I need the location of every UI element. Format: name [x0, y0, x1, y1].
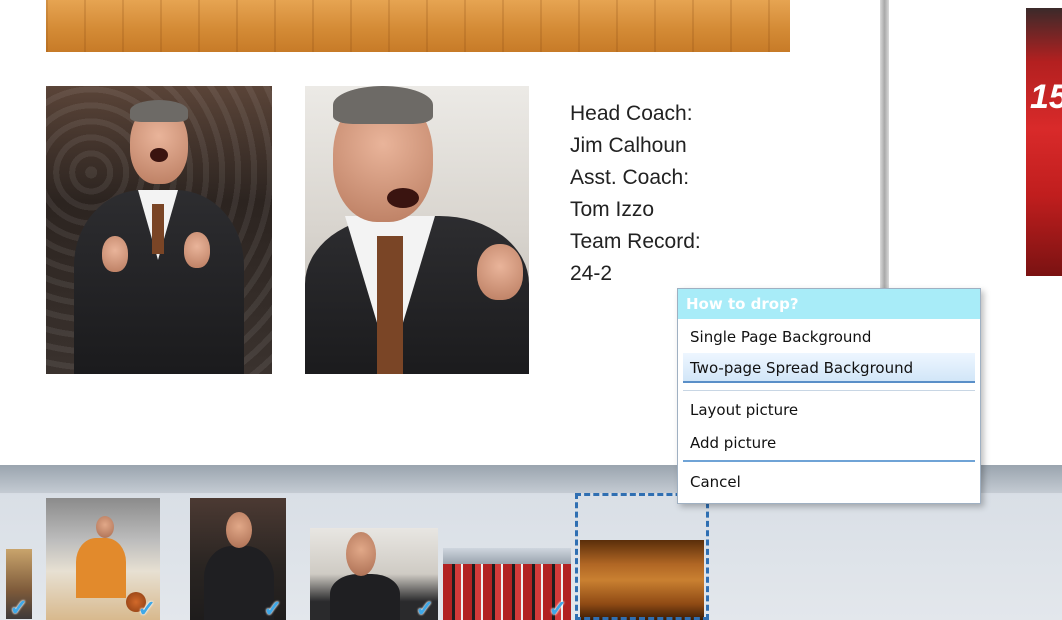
- coach-hair: [333, 86, 433, 124]
- asst-coach-name: Tom Izzo: [570, 198, 655, 221]
- coach-info-text[interactable]: Head Coach: Jim Calhoun Asst. Coach: Tom…: [570, 98, 750, 290]
- head-coach-name: Jim Calhoun: [570, 134, 687, 157]
- player-head: [96, 516, 114, 538]
- how-to-drop-menu[interactable]: How to drop? Single Page Background Two-…: [677, 288, 981, 504]
- coach-right-hand: [184, 232, 210, 268]
- player-jersey: [76, 538, 126, 598]
- check-icon: ✓: [415, 596, 434, 620]
- menu-item-two-page-spread-background[interactable]: Two-page Spread Background: [683, 353, 975, 383]
- coach-photo-calhoun[interactable]: [46, 86, 272, 374]
- check-icon: ✓: [263, 596, 282, 620]
- coach-mouth: [387, 188, 419, 208]
- coach-mouth: [150, 148, 168, 162]
- menu-item-add-picture[interactable]: Add picture: [683, 428, 975, 458]
- team-record-label: Team Record:: [570, 230, 701, 253]
- menu-item-cancel[interactable]: Cancel: [683, 467, 975, 497]
- hardwood-floor-banner[interactable]: [46, 0, 790, 52]
- coach-left-hand: [102, 236, 128, 272]
- player-photo-right[interactable]: 15: [1026, 8, 1062, 276]
- team-record-value: 24-2: [570, 262, 613, 285]
- coach-tie: [152, 204, 164, 254]
- coach-hair: [130, 100, 188, 122]
- jersey-number: 15: [1030, 78, 1062, 116]
- coach-photo-izzo[interactable]: [305, 86, 529, 374]
- coach-head: [346, 532, 376, 576]
- coach-suit: [330, 574, 400, 620]
- player-thumb-partial[interactable]: ✓: [6, 549, 32, 619]
- drop-target-outline[interactable]: [575, 493, 709, 620]
- coach-tie: [377, 236, 403, 374]
- coach-calhoun-thumb[interactable]: ✓: [190, 498, 286, 620]
- player-dribbling-thumb[interactable]: ✓: [46, 498, 160, 620]
- check-icon: ✓: [9, 595, 28, 619]
- team-photo-thumb[interactable]: ✓: [443, 548, 571, 620]
- check-icon: ✓: [548, 596, 567, 620]
- menu-separator: [683, 390, 975, 391]
- check-icon: ✓: [137, 596, 156, 620]
- coach-head: [226, 512, 252, 548]
- menu-title: How to drop?: [678, 289, 980, 319]
- coach-fist: [477, 244, 523, 300]
- menu-item-single-page-background[interactable]: Single Page Background: [683, 322, 975, 352]
- menu-item-layout-picture[interactable]: Layout picture: [683, 395, 975, 425]
- coach-izzo-thumb[interactable]: ✓: [310, 528, 438, 620]
- menu-separator: [683, 460, 975, 462]
- head-coach-label: Head Coach:: [570, 102, 693, 125]
- asst-coach-label: Asst. Coach:: [570, 166, 690, 189]
